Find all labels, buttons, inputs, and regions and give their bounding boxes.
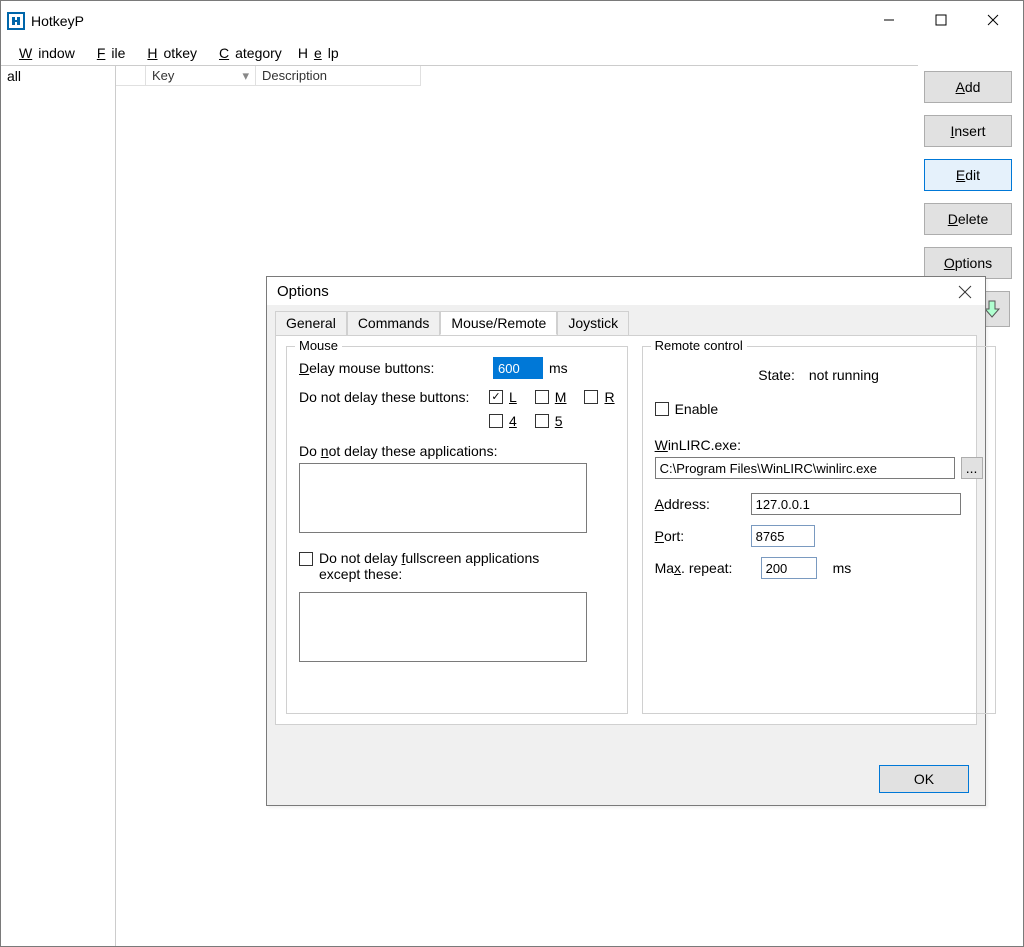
app-icon bbox=[7, 12, 25, 30]
no-delay-apps-label: Do not delay these applications: bbox=[299, 443, 497, 459]
no-delay-buttons-label: Do not delay these buttons: bbox=[299, 389, 483, 405]
content: all Key ▾ Description Options General Co bbox=[1, 65, 1023, 946]
add-button[interactable]: Add bbox=[924, 71, 1012, 103]
col-description[interactable]: Description bbox=[256, 66, 421, 86]
dialog-title: Options bbox=[267, 277, 985, 305]
main-window: HotkeyP Window File Hotkey Category Help… bbox=[0, 0, 1024, 947]
insert-button[interactable]: Insert bbox=[924, 115, 1012, 147]
menu-window[interactable]: Window bbox=[7, 43, 81, 63]
edit-button[interactable]: Edit bbox=[924, 159, 1012, 191]
checkbox-R[interactable] bbox=[584, 390, 598, 404]
menu-file[interactable]: File bbox=[85, 43, 132, 63]
label-4: 4 bbox=[509, 413, 517, 429]
minimize-button[interactable] bbox=[863, 3, 915, 37]
delay-mouse-label: Delay mouse buttons: bbox=[299, 360, 487, 376]
port-input[interactable] bbox=[751, 525, 815, 547]
label-5: 5 bbox=[555, 413, 563, 429]
tab-general[interactable]: General bbox=[275, 311, 347, 335]
window-controls bbox=[863, 3, 1019, 37]
checkbox-M[interactable] bbox=[535, 390, 549, 404]
winlirc-label: WinLIRC.exe: bbox=[655, 437, 741, 453]
menu-help[interactable]: Help bbox=[292, 43, 345, 63]
label-L: L bbox=[509, 389, 517, 405]
menubar: Window File Hotkey Category Help bbox=[1, 41, 1023, 65]
group-remote: Remote control State: not running Enable… bbox=[642, 346, 996, 714]
category-sidebar: all bbox=[1, 65, 116, 946]
ok-button[interactable]: OK bbox=[879, 765, 969, 793]
maxrepeat-label: Max. repeat: bbox=[655, 560, 755, 576]
options-dialog: Options General Commands Mouse/Remote Jo… bbox=[266, 276, 986, 806]
main-area: Key ▾ Description Options General Comman… bbox=[116, 65, 918, 946]
sidebar-item-all[interactable]: all bbox=[1, 66, 115, 86]
port-label: Port: bbox=[655, 528, 745, 544]
tab-commands[interactable]: Commands bbox=[347, 311, 441, 335]
app-title: HotkeyP bbox=[31, 13, 84, 29]
group-remote-title: Remote control bbox=[651, 338, 747, 353]
group-mouse: Mouse Delay mouse buttons: ms Do not del… bbox=[286, 346, 628, 714]
label-M: M bbox=[555, 389, 567, 405]
col-key-label: Key bbox=[152, 68, 174, 83]
maxrepeat-ms: ms bbox=[833, 560, 852, 576]
tab-page-mouse-remote: Mouse Delay mouse buttons: ms Do not del… bbox=[275, 335, 977, 725]
checkbox-4[interactable] bbox=[489, 414, 503, 428]
no-delay-apps-input[interactable] bbox=[299, 463, 587, 533]
column-headers: Key ▾ Description bbox=[116, 66, 918, 86]
tab-mouse-remote[interactable]: Mouse/Remote bbox=[440, 311, 557, 335]
browse-button[interactable]: ... bbox=[961, 457, 983, 479]
delay-ms-label: ms bbox=[549, 360, 568, 376]
checkbox-L[interactable] bbox=[489, 390, 503, 404]
sort-indicator-icon: ▾ bbox=[242, 68, 249, 84]
address-label: Address: bbox=[655, 496, 745, 512]
options-button[interactable]: Options bbox=[924, 247, 1012, 279]
group-mouse-title: Mouse bbox=[295, 338, 342, 353]
col-key[interactable]: Key ▾ bbox=[146, 66, 256, 86]
state-value: not running bbox=[809, 367, 879, 383]
state-label: State: bbox=[758, 367, 795, 383]
delay-mouse-input[interactable] bbox=[493, 357, 543, 379]
address-input[interactable] bbox=[751, 493, 961, 515]
fullscreen-label: Do not delay fullscreen applications exc… bbox=[319, 550, 539, 582]
tab-joystick[interactable]: Joystick bbox=[557, 311, 629, 335]
label-R: R bbox=[604, 389, 614, 405]
winlirc-path-input[interactable] bbox=[655, 457, 955, 479]
checkbox-enable[interactable] bbox=[655, 402, 669, 416]
checkbox-fullscreen[interactable] bbox=[299, 552, 313, 566]
delete-button[interactable]: Delete bbox=[924, 203, 1012, 235]
checkbox-5[interactable] bbox=[535, 414, 549, 428]
menu-category[interactable]: Category bbox=[207, 43, 288, 63]
close-button[interactable] bbox=[967, 3, 1019, 37]
enable-label: Enable bbox=[675, 401, 719, 417]
dialog-close-button[interactable] bbox=[953, 281, 977, 303]
maxrepeat-input[interactable] bbox=[761, 557, 817, 579]
fullscreen-apps-input[interactable] bbox=[299, 592, 587, 662]
tabs: General Commands Mouse/Remote Joystick bbox=[275, 311, 977, 335]
maximize-button[interactable] bbox=[915, 3, 967, 37]
menu-hotkey[interactable]: Hotkey bbox=[135, 43, 203, 63]
col-blank[interactable] bbox=[116, 66, 146, 86]
